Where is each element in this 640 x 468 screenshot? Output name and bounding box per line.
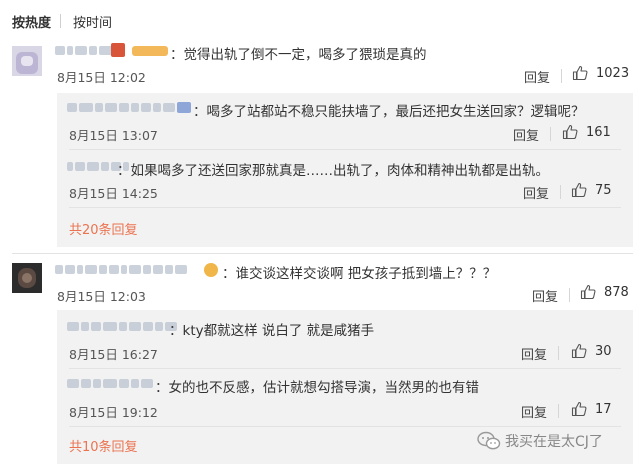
sort-by-hot-tab[interactable]: 按热度: [12, 12, 51, 31]
member-badge: [132, 46, 168, 56]
reply-button[interactable]: 回复: [523, 183, 549, 202]
divider: [569, 288, 570, 302]
comment-time: 8月15日 12:03: [57, 289, 146, 304]
avatar[interactable]: [12, 46, 42, 76]
sort-bar: 按热度 按时间: [0, 0, 640, 40]
wechat-chat-icon: [477, 431, 501, 450]
like-button[interactable]: 161: [562, 124, 611, 140]
reply-time: 8月15日 13:07: [69, 128, 158, 143]
comment-text: ：觉得出轨了倒不一定，喝多了猥琐是真的: [170, 47, 427, 63]
thumbs-up-icon: [580, 284, 596, 300]
more-replies-link[interactable]: 共20条回复: [69, 219, 138, 238]
separator: [69, 368, 621, 369]
reply-time: 8月15日 14:25: [69, 186, 158, 201]
like-button[interactable]: 75: [571, 182, 612, 198]
divider: [558, 404, 559, 418]
separator: [69, 426, 621, 427]
divider: [550, 127, 551, 141]
like-count: 878: [604, 284, 629, 300]
username[interactable]: [55, 43, 113, 57]
reply-button[interactable]: 回复: [532, 286, 558, 305]
like-count: 75: [595, 182, 612, 198]
username[interactable]: [55, 262, 187, 276]
separator: [69, 149, 621, 150]
reply-button[interactable]: 回复: [521, 344, 547, 363]
comment-separator: [12, 253, 633, 254]
avatar[interactable]: [12, 263, 42, 293]
sort-by-time-tab[interactable]: 按时间: [73, 12, 112, 31]
watermark: 我买在是太CJ了: [477, 430, 603, 452]
more-replies-link[interactable]: 共10条回复: [69, 436, 138, 455]
reply-button[interactable]: 回复: [521, 402, 547, 421]
divider: [558, 346, 559, 360]
like-count: 161: [586, 124, 611, 140]
comment-text: ：谁交谈这样交谈啊 把女孩子抵到墙上？？？: [222, 266, 497, 282]
username[interactable]: [67, 319, 177, 333]
comment-time: 8月15日 12:02: [57, 70, 146, 85]
reply-button[interactable]: 回复: [513, 125, 539, 144]
like-count: 30: [595, 343, 612, 359]
divider: [561, 69, 562, 83]
thumbs-up-icon: [571, 401, 587, 417]
thumbs-up-icon: [562, 124, 578, 140]
like-button[interactable]: 878: [580, 284, 629, 300]
reply-time: 8月15日 16:27: [69, 347, 158, 362]
separator: [69, 207, 621, 208]
thumbs-up-icon: [571, 182, 587, 198]
reply-text: ：喝多了站都站不稳只能扶墙了，最后还把女生送回家？逻辑呢？: [193, 104, 585, 120]
vip-badge: [177, 102, 191, 113]
divider: [560, 185, 561, 199]
thumbs-up-icon: [572, 65, 588, 81]
username[interactable]: [67, 376, 153, 390]
emoji-badge: [204, 263, 218, 277]
thumbs-up-icon: [571, 343, 587, 359]
reply-button[interactable]: 回复: [524, 67, 550, 86]
like-count: 1023: [596, 65, 630, 81]
reply-time: 8月15日 19:12: [69, 405, 158, 420]
watermark-text: 我买在是太CJ了: [505, 434, 603, 450]
like-button[interactable]: 17: [571, 401, 612, 417]
like-button[interactable]: 30: [571, 343, 612, 359]
like-button[interactable]: 1023: [572, 65, 629, 81]
like-count: 17: [595, 401, 612, 417]
reply-text: ：如果喝多了还送回家那就真是……出轨了，肉体和精神出轨都是出轨。: [117, 163, 549, 179]
reply-text: ：女的也不反感，估计就想勾搭导演，当然男的也有错: [155, 380, 479, 396]
username[interactable]: [67, 100, 187, 114]
reply-list: ：喝多了站都站不稳只能扶墙了，最后还把女生送回家？逻辑呢？ 8月15日 13:0…: [57, 93, 633, 247]
reply-text: ：kty都就这样 说白了 就是咸猪手: [169, 323, 375, 339]
sort-divider: [60, 14, 61, 28]
level-badge: [111, 43, 125, 57]
